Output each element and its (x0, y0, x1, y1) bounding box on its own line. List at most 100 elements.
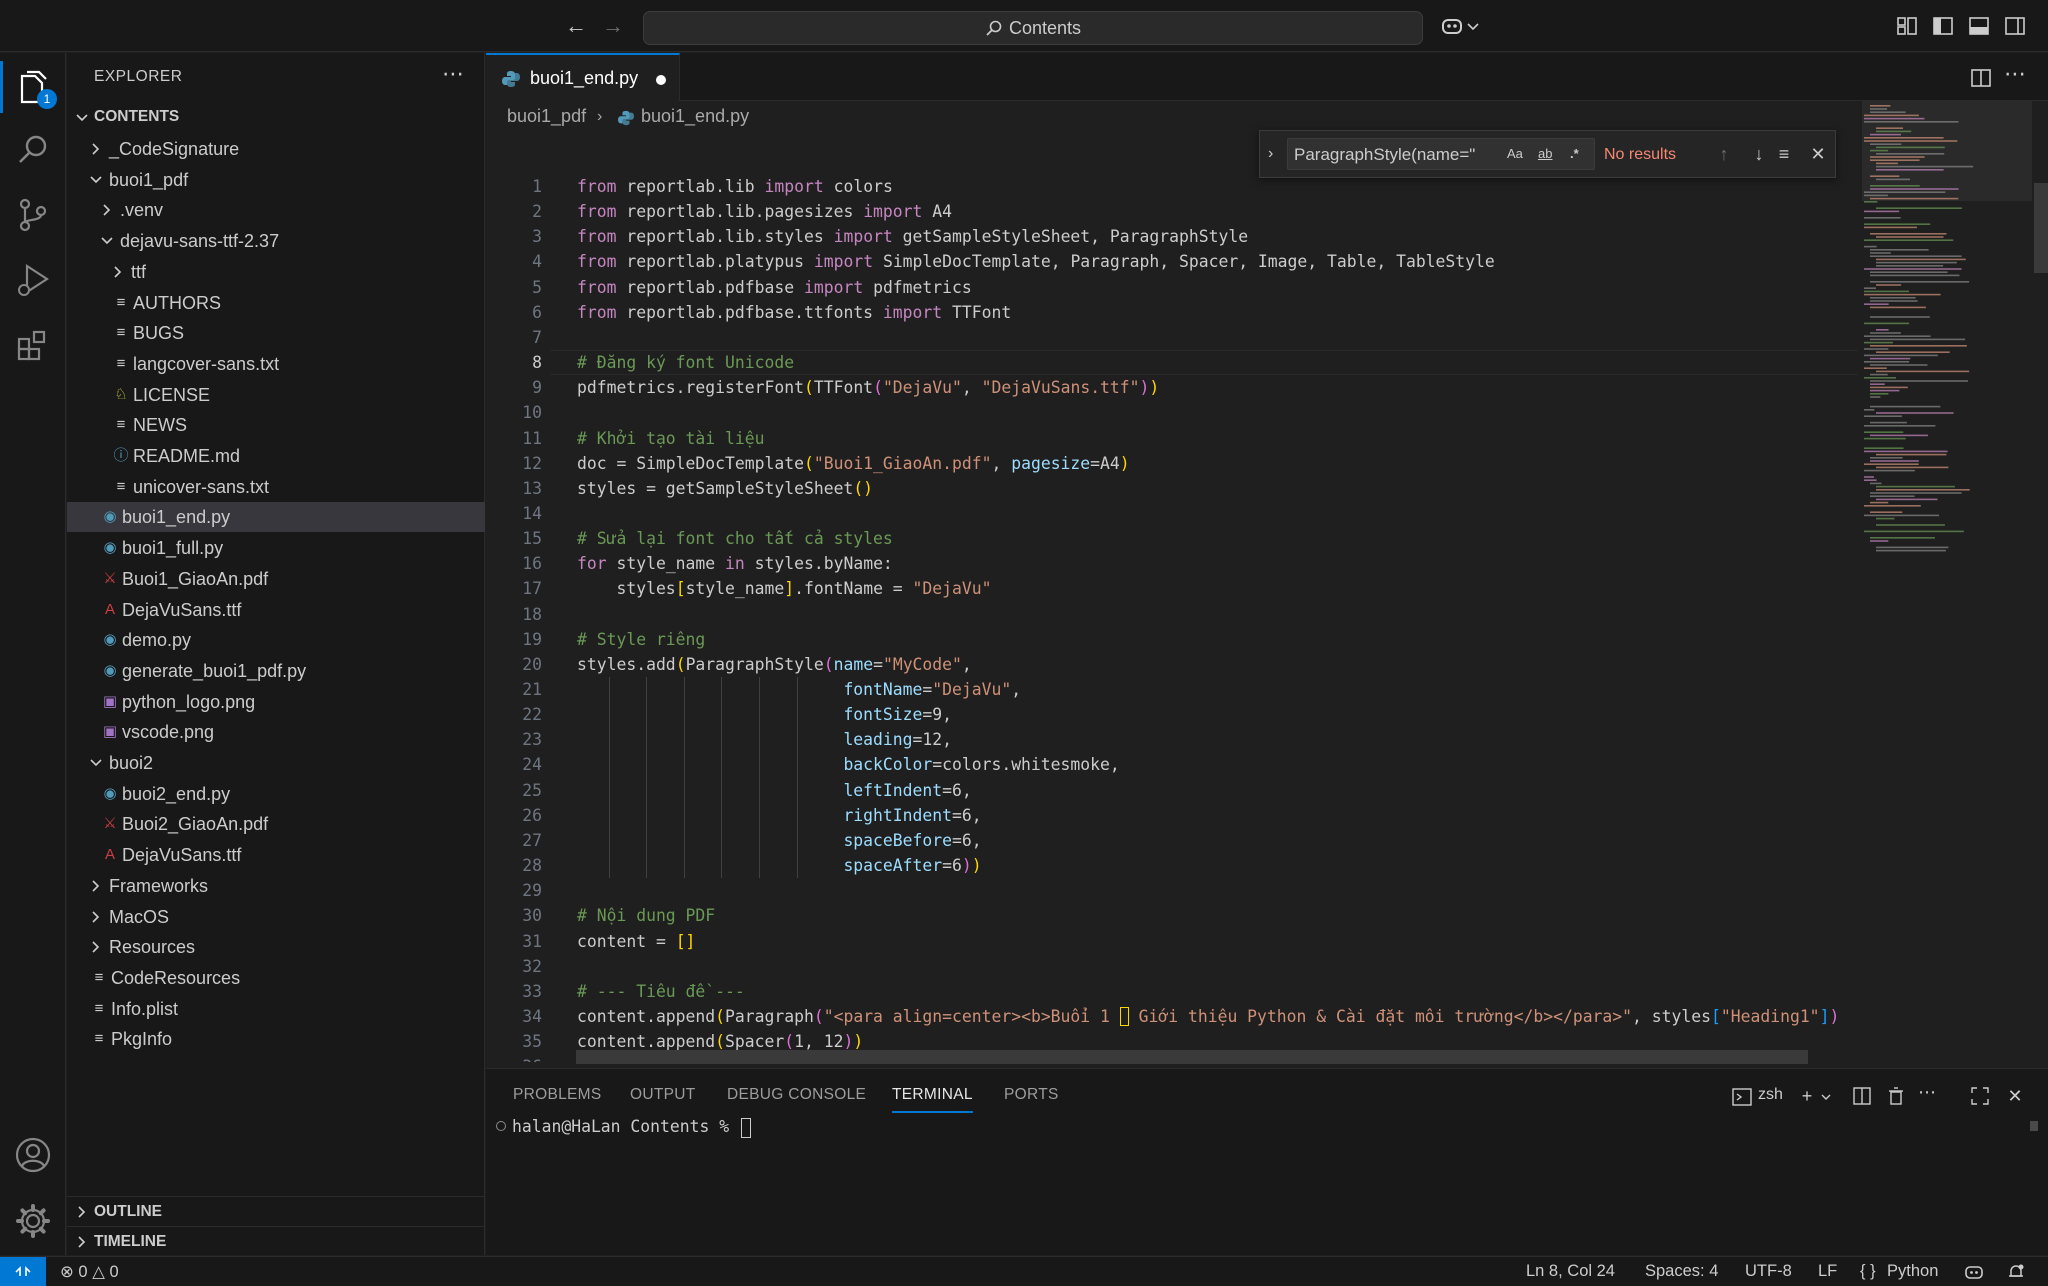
tree-file[interactable]: ≡ Info.plist (67, 994, 485, 1024)
new-terminal-plus-icon[interactable]: + (1796, 1085, 1818, 1107)
copilot-status-icon[interactable] (1964, 1263, 1984, 1281)
tree-folder[interactable]: ttf (67, 257, 485, 287)
terminal-shell-name[interactable]: zsh (1758, 1086, 1783, 1104)
tree-file[interactable]: ≡ unicover-sans.txt (67, 472, 485, 502)
code-editor[interactable]: 1 from reportlab.lib import colors 2 from r… (486, 174, 1858, 1062)
copilot-icon[interactable] (1440, 14, 1464, 38)
tree-folder[interactable]: .venv (67, 195, 485, 225)
code-text: styles.add(ParagraphStyle(name="MyCode", (577, 652, 972, 677)
minimap-line (1864, 431, 1904, 433)
close-panel-icon[interactable]: ✕ (2004, 1085, 2026, 1107)
tree-file[interactable]: ◉ buoi2_end.py (67, 779, 485, 809)
timeline-section-header[interactable]: TIMELINE (67, 1226, 485, 1256)
toggle-panel-icon[interactable] (1967, 14, 1991, 38)
tree-folder[interactable]: buoi2 (67, 748, 485, 778)
chevron-down-icon[interactable] (1466, 14, 1480, 38)
cursor-position[interactable]: Ln 8, Col 24 (1526, 1262, 1615, 1281)
tree-file[interactable]: A DejaVuSans.ttf (67, 840, 485, 870)
editor-tab-buoi1-end[interactable]: buoi1_end.py (486, 53, 680, 101)
contents-section-header[interactable]: CONTENTS (67, 103, 485, 133)
tree-file[interactable]: ⚔ Buoi2_GiaoAn.pdf (67, 809, 485, 839)
toggle-replace-chevron-icon[interactable]: › (1268, 145, 1273, 163)
breadcrumb-separator-icon: › (597, 108, 603, 125)
terminal-output[interactable]: halan@HaLan Contents % (496, 1117, 751, 1138)
extensions-activity[interactable] (13, 325, 53, 365)
breadcrumb-folder[interactable]: buoi1_pdf (507, 106, 586, 127)
tree-file[interactable]: ◉ demo.py (67, 625, 485, 655)
end-of-line[interactable]: LF (1818, 1262, 1837, 1281)
panel-more-actions-icon[interactable]: ⋯ (1916, 1081, 1938, 1103)
tree-file[interactable]: ◉ buoi1_full.py (67, 533, 485, 563)
license-file-icon: ♘ (114, 385, 128, 403)
more-actions-icon[interactable]: ⋯ (442, 61, 464, 87)
next-match-icon[interactable]: ↓ (1749, 144, 1769, 164)
use-regex-toggle[interactable]: .* (1570, 146, 1579, 161)
tab-terminal[interactable]: TERMINAL (892, 1086, 973, 1113)
breadcrumb-file[interactable]: buoi1_end.py (641, 106, 749, 127)
tree-file[interactable]: ◉ generate_buoi1_pdf.py (67, 656, 485, 686)
forward-arrow-icon[interactable]: → (600, 12, 626, 40)
tree-folder[interactable]: _CodeSignature (67, 134, 485, 164)
language-mode[interactable]: Python (1887, 1262, 1938, 1281)
terminal-scrollbar[interactable] (2030, 1121, 2038, 1131)
minimap[interactable] (1862, 101, 2032, 941)
tree-folder[interactable]: Resources (67, 932, 485, 962)
command-center-search[interactable]: Contents (643, 11, 1423, 45)
match-whole-word-toggle[interactable]: ab (1538, 146, 1552, 161)
tree-file[interactable]: ≡ BUGS (67, 318, 485, 348)
encoding[interactable]: UTF-8 (1745, 1262, 1792, 1281)
toggle-primary-sidebar-icon[interactable] (1931, 14, 1955, 38)
tree-file[interactable]: ▣ vscode.png (67, 717, 485, 747)
tab-ports[interactable]: PORTS (1004, 1086, 1059, 1104)
back-arrow-icon[interactable]: ← (563, 12, 589, 40)
code-token: =9, (922, 705, 952, 725)
accounts-activity[interactable] (13, 1135, 53, 1175)
tab-debug-console[interactable]: DEBUG CONSOLE (727, 1086, 866, 1104)
match-case-toggle[interactable]: Aa (1507, 146, 1523, 161)
tree-file[interactable]: ≡ AUTHORS (67, 288, 485, 318)
tree-file[interactable]: ⓘ README.md (67, 441, 485, 471)
tree-file[interactable]: ≡ PkgInfo (67, 1024, 485, 1054)
code-line: 33 # --- Tiêu đề --- (486, 979, 1858, 1004)
tree-file[interactable]: ⚔ Buoi1_GiaoAn.pdf (67, 564, 485, 594)
trash-icon[interactable] (1886, 1086, 1906, 1106)
search-activity[interactable] (13, 130, 53, 170)
tree-folder[interactable]: buoi1_pdf (67, 165, 485, 195)
manage-activity[interactable] (13, 1201, 53, 1241)
maximize-panel-icon[interactable] (1970, 1086, 1990, 1106)
tree-file[interactable]: ≡ NEWS (67, 410, 485, 440)
find-in-selection-icon[interactable]: ≡ (1774, 144, 1794, 164)
editor-more-actions-icon[interactable]: ⋯ (2004, 61, 2026, 87)
notifications-bell-icon[interactable] (2006, 1262, 2026, 1282)
previous-match-icon[interactable]: ↑ (1714, 144, 1734, 164)
tree-file[interactable]: ♘ LICENSE (67, 380, 485, 410)
toggle-secondary-sidebar-icon[interactable] (2003, 14, 2027, 38)
source-control-activity[interactable] (13, 195, 53, 235)
chevron-down-icon[interactable] (1820, 1091, 1832, 1103)
explorer-activity[interactable]: 1 (0, 61, 57, 113)
vertical-scrollbar[interactable] (2034, 183, 2048, 273)
split-terminal-icon[interactable] (1852, 1086, 1872, 1106)
unsaved-dot-icon[interactable] (656, 75, 666, 85)
problems-status[interactable]: ⊗ 0 △ 0 (60, 1262, 119, 1282)
find-input[interactable]: ParagraphStyle(name=" Aa ab .* (1287, 138, 1595, 170)
tree-file[interactable]: A DejaVuSans.ttf (67, 595, 485, 625)
remote-indicator[interactable] (0, 1257, 46, 1286)
indentation[interactable]: Spaces: 4 (1645, 1262, 1718, 1281)
split-editor-icon[interactable] (1970, 67, 1992, 89)
tree-file[interactable]: ≡ CodeResources (67, 963, 485, 993)
horizontal-scrollbar[interactable] (576, 1050, 1808, 1064)
close-find-icon[interactable]: ✕ (1808, 144, 1828, 164)
run-debug-activity[interactable] (13, 260, 53, 300)
tab-output[interactable]: OUTPUT (630, 1086, 696, 1104)
tree-folder[interactable]: MacOS (67, 902, 485, 932)
tree-folder[interactable]: dejavu-sans-ttf-2.37 (67, 226, 485, 256)
tab-problems[interactable]: PROBLEMS (513, 1086, 602, 1104)
line-number: 10 (522, 403, 542, 423)
tree-file[interactable]: ▣ python_logo.png (67, 687, 485, 717)
outline-section-header[interactable]: OUTLINE (67, 1196, 485, 1226)
tree-file[interactable]: ≡ langcover-sans.txt (67, 349, 485, 379)
customize-layout-icon[interactable] (1895, 14, 1919, 38)
tree-folder[interactable]: Frameworks (67, 871, 485, 901)
tree-file[interactable]: ◉ buoi1_end.py (67, 502, 485, 533)
